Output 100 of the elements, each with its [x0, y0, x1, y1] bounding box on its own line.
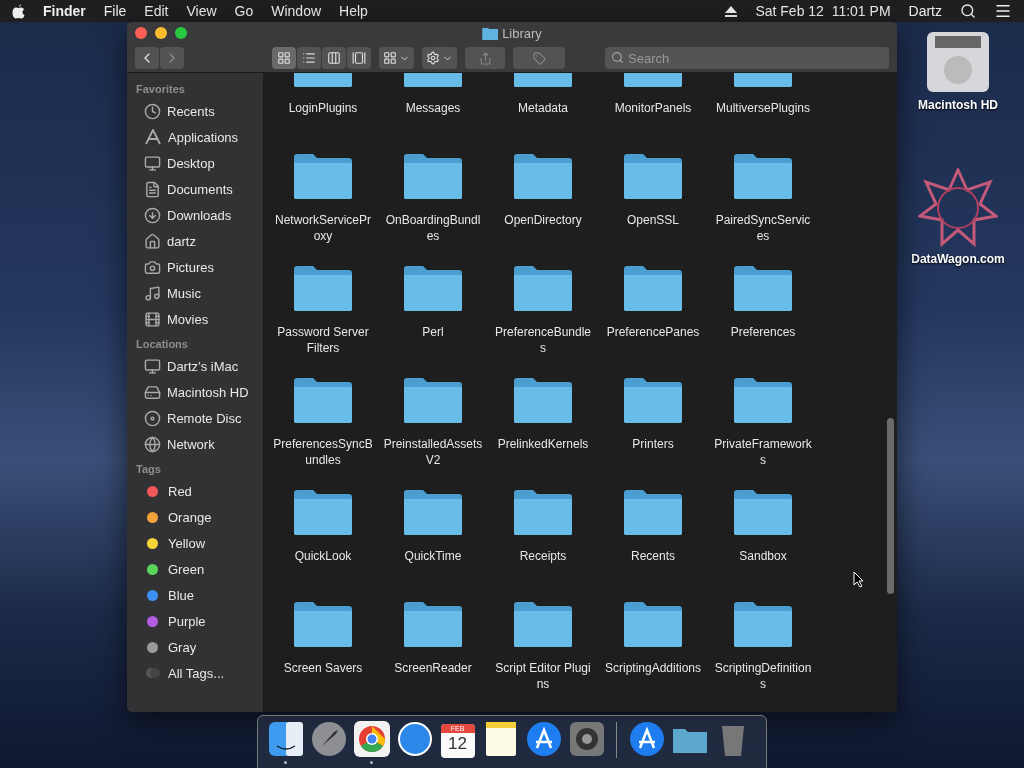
user-name[interactable]: Dartz: [908, 3, 942, 19]
document-icon: [144, 180, 161, 198]
folder-icon[interactable]: [513, 265, 573, 312]
folder-icon[interactable]: [513, 489, 573, 536]
sidebar-item[interactable]: Purple: [127, 608, 263, 634]
clock-text[interactable]: Sat Feb 12 11:01 PM: [755, 3, 891, 19]
folder-name: MultiversePlugins: [714, 100, 811, 116]
folder-icon[interactable]: [403, 377, 463, 424]
sidebar-item[interactable]: Green: [127, 556, 263, 582]
sidebar-item[interactable]: Gray: [127, 634, 263, 660]
folder-name: PrelinkedKernels: [496, 436, 590, 452]
folder-icon[interactable]: [403, 601, 463, 648]
folder-icon[interactable]: [293, 265, 353, 312]
sidebar-item[interactable]: Yellow: [127, 530, 263, 556]
search-field[interactable]: Search: [605, 47, 889, 69]
sidebar-item[interactable]: Orange: [127, 504, 263, 530]
sidebar-item[interactable]: dartz: [127, 228, 263, 254]
apple-logo-icon[interactable]: [12, 3, 25, 19]
sidebar-item[interactable]: Applications: [127, 124, 263, 150]
sidebar-item[interactable]: All Tags...: [127, 660, 263, 686]
folder-icon[interactable]: [293, 601, 353, 648]
browser-app-icon[interactable]: [352, 720, 391, 758]
view-mode-button[interactable]: [347, 47, 371, 69]
sidebar-item[interactable]: Music: [127, 280, 263, 306]
folder-name: PreferencePanes: [605, 324, 701, 340]
folder-icon[interactable]: [293, 377, 353, 424]
menu-item[interactable]: Edit: [144, 3, 169, 19]
gallery-icon: [352, 51, 366, 65]
folder-icon[interactable]: [623, 377, 683, 424]
menu-item[interactable]: File: [103, 3, 127, 19]
sidebar-item[interactable]: Desktop: [127, 150, 263, 176]
folder-icon[interactable]: [733, 377, 793, 424]
group-button[interactable]: [379, 47, 414, 69]
star-logo-drawing[interactable]: [918, 168, 998, 248]
sidebar-item[interactable]: Pictures: [127, 254, 263, 280]
folder-icon[interactable]: [623, 601, 683, 648]
folder-name: Messages: [404, 100, 462, 116]
sidebar-item[interactable]: Macintosh HD: [127, 379, 263, 405]
folder-icon[interactable]: [733, 601, 793, 648]
face-app-icon[interactable]: [266, 720, 305, 758]
sidebar-item[interactable]: Network: [127, 431, 263, 457]
back-button[interactable]: [135, 47, 159, 69]
sidebar-item[interactable]: Red: [127, 478, 263, 504]
sidebar-item[interactable]: Remote Disc: [127, 405, 263, 431]
folder-icon[interactable]: [293, 489, 353, 536]
view-mode-button[interactable]: [272, 47, 296, 69]
menu-item[interactable]: Go: [234, 3, 254, 19]
folder-icon[interactable]: [623, 153, 683, 200]
view-mode-button[interactable]: [297, 47, 321, 69]
menu-item[interactable]: Help: [339, 3, 368, 19]
folder-icon[interactable]: [623, 489, 683, 536]
sidebar-heading: Tags: [135, 462, 162, 477]
sidebar-item[interactable]: Documents: [127, 176, 263, 202]
sidebar-item[interactable]: Recents: [127, 98, 263, 124]
action-button[interactable]: [422, 47, 457, 69]
folder-name: ScriptingAdditions: [603, 660, 703, 676]
folder-icon[interactable]: [403, 265, 463, 312]
tag-icon: [532, 51, 546, 65]
desktop-icon-label: Macintosh HD: [918, 98, 998, 112]
app-menu[interactable]: Finder: [43, 3, 86, 19]
folder-icon[interactable]: [733, 265, 793, 312]
folder-icon[interactable]: [513, 377, 573, 424]
folder-icon[interactable]: [733, 489, 793, 536]
zoom-button[interactable]: [175, 27, 187, 39]
menu-item[interactable]: Window: [271, 3, 322, 19]
grid-icon: [383, 51, 397, 65]
folder-icon[interactable]: [623, 265, 683, 312]
folder-name: PairedSyncServices: [714, 212, 812, 244]
minimize-button[interactable]: [155, 27, 167, 39]
search-icon: [611, 51, 624, 64]
folder-icon[interactable]: [513, 601, 573, 648]
view-mode-button[interactable]: [322, 47, 346, 69]
sidebar-item[interactable]: Movies: [127, 306, 263, 332]
folder-name: Preferences: [729, 324, 797, 340]
folder-name: OnBoardingBundles: [384, 212, 482, 244]
folder-icon[interactable]: [513, 153, 573, 200]
folder-name: Perl: [421, 324, 445, 340]
folder-icon[interactable]: [403, 489, 463, 536]
running-indicator: [284, 761, 287, 764]
folder-name: Receipts: [518, 548, 568, 564]
a-letter-app-icon[interactable]: [627, 720, 666, 758]
folder-name: Screen Savers: [282, 660, 364, 676]
folder-icon[interactable]: [733, 153, 793, 200]
gear-icon: [426, 51, 440, 65]
list-icon[interactable]: [994, 2, 1012, 20]
scrollbar-thumb[interactable]: [887, 418, 894, 594]
folder-icon[interactable]: [403, 153, 463, 200]
a-letter-app-icon[interactable]: [524, 720, 563, 758]
sidebar-item[interactable]: Downloads: [127, 202, 263, 228]
sidebar-heading: Locations: [135, 337, 189, 352]
eject-icon[interactable]: [725, 5, 738, 17]
close-button[interactable]: [135, 27, 147, 39]
search-icon[interactable]: [960, 3, 976, 19]
menu-item[interactable]: View: [186, 3, 217, 19]
sidebar-item[interactable]: Dartz’s iMac: [127, 353, 263, 379]
sidebar-item[interactable]: Blue: [127, 582, 263, 608]
folder-icon[interactable]: [293, 153, 353, 200]
folder-name: PrivateFrameworks: [713, 436, 813, 468]
folder-name: Script Editor Plugins: [494, 660, 592, 692]
window-title: Library: [502, 25, 542, 41]
